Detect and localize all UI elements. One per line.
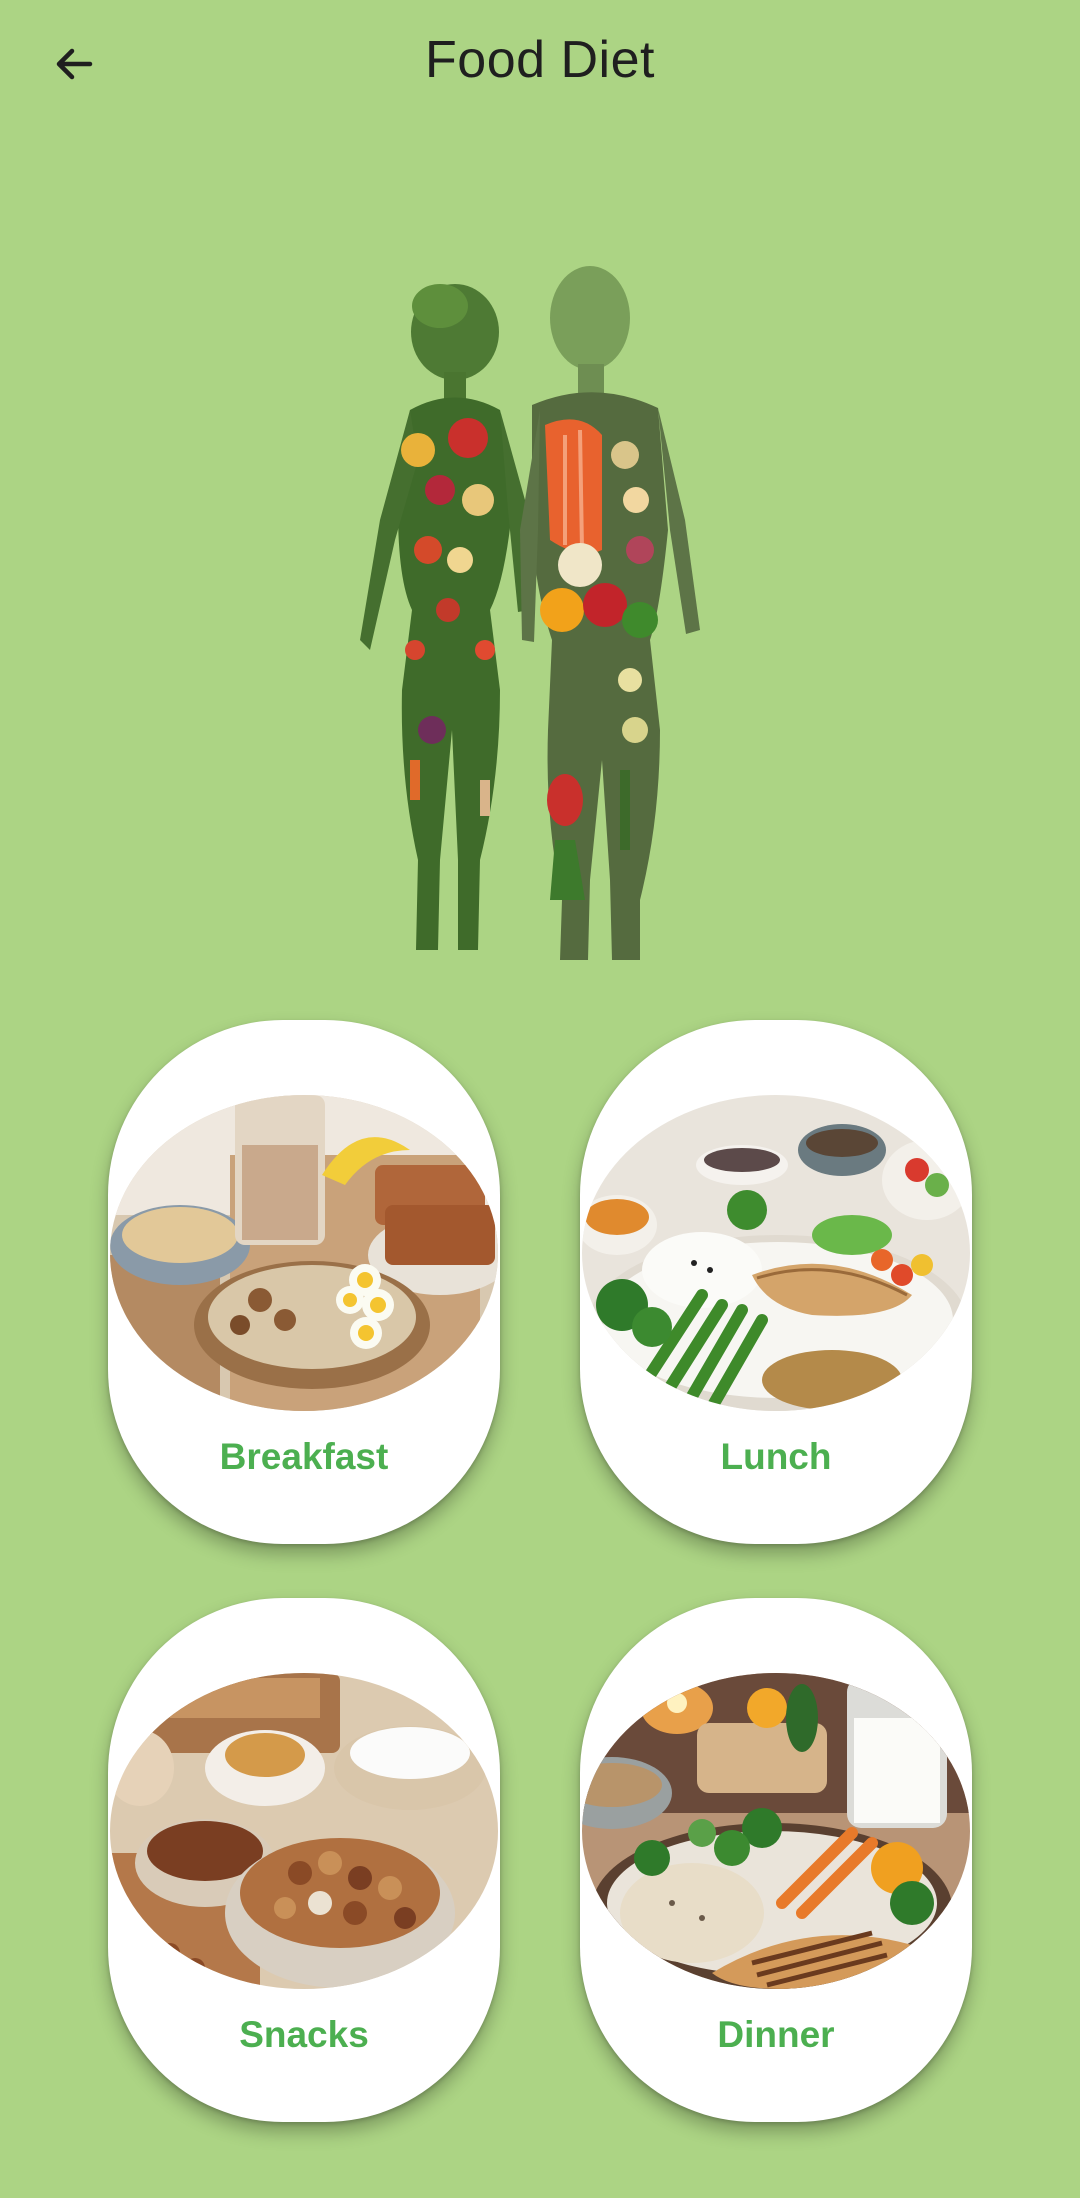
breakfast-card[interactable]: Breakfast (108, 1020, 500, 1544)
dinner-card[interactable]: Dinner (580, 1598, 972, 2122)
dinner-photo (582, 1673, 970, 1989)
lunch-photo (582, 1095, 970, 1411)
breakfast-label: Breakfast (219, 1436, 389, 1477)
snacks-label: Snacks (239, 2014, 369, 2055)
dinner-label: Dinner (717, 2014, 835, 2055)
breakfast-photo (110, 1095, 498, 1411)
meal-category-grid: Breakfast Lunch Snacks Dinner (0, 0, 1080, 2198)
snacks-card[interactable]: Snacks (108, 1598, 500, 2122)
snacks-photo (110, 1673, 498, 1989)
lunch-label: Lunch (720, 1436, 832, 1477)
lunch-card[interactable]: Lunch (580, 1020, 972, 1544)
